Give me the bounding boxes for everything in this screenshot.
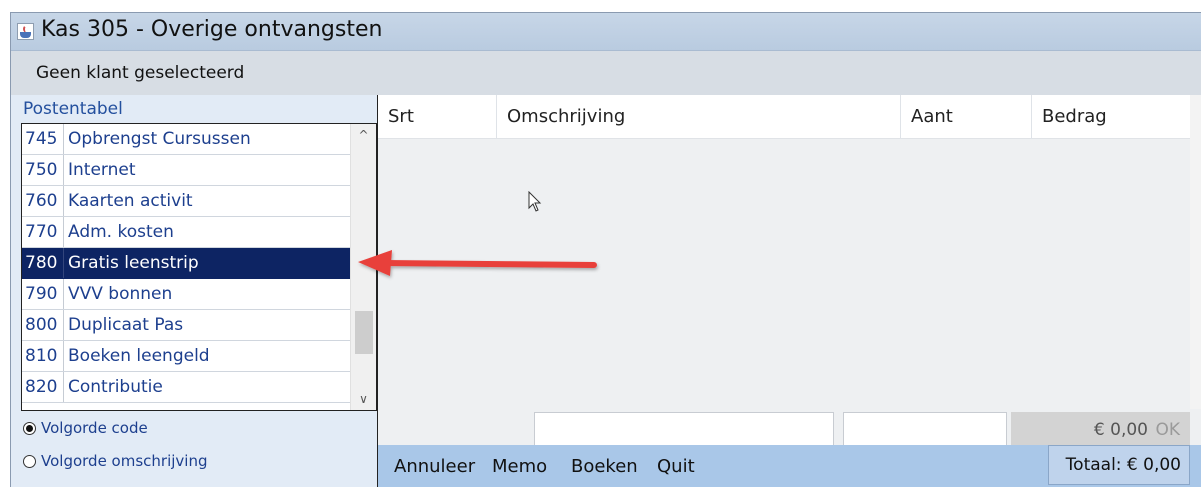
item-code: 790	[22, 279, 64, 309]
customer-status: Geen klant geselecteerd	[36, 63, 245, 83]
radio-unchecked-icon[interactable]	[23, 455, 36, 468]
item-code: 750	[22, 155, 64, 185]
item-code: 800	[22, 310, 64, 340]
total-amount: Totaal: € 0,00	[1065, 455, 1181, 475]
window-title: Kas 305 - Overige ontvangsten	[41, 17, 383, 42]
item-label: Gratis leenstrip	[68, 253, 199, 273]
quantity-input[interactable]	[843, 412, 1007, 448]
sort-option-label: Volgorde omschrijving	[41, 452, 208, 470]
scroll-thumb[interactable]	[355, 311, 373, 354]
list-item[interactable]: 745 Opbrengst Cursussen	[22, 124, 350, 155]
item-label: Internet	[68, 160, 136, 180]
list-item[interactable]: 800 Duplicaat Pas	[22, 310, 350, 341]
item-label: Adm. kosten	[68, 222, 174, 242]
total-box: Totaal: € 0,00	[1048, 445, 1190, 485]
item-code: 760	[22, 186, 64, 216]
postentabel-panel: Postentabel 745 Opbrengst Cursussen 750 …	[11, 95, 377, 487]
booking-panel: Srt Omschrijving Aant Bedrag € 0,00 OK A…	[377, 95, 1201, 487]
item-code: 770	[22, 217, 64, 247]
sort-by-code-option[interactable]: Volgorde code	[23, 419, 148, 437]
annotation-arrow-icon	[358, 250, 597, 276]
item-label: Duplicaat Pas	[68, 315, 184, 335]
table-header: Srt Omschrijving Aant Bedrag	[378, 95, 1190, 139]
item-code: 780	[22, 248, 64, 278]
ok-button[interactable]: OK	[1155, 420, 1180, 440]
item-code: 745	[22, 124, 64, 154]
java-cup-icon	[17, 23, 34, 40]
list-item[interactable]: 760 Kaarten activit	[22, 186, 350, 217]
radio-checked-icon[interactable]	[23, 422, 36, 435]
list-item[interactable]: 810 Boeken leengeld	[22, 341, 350, 372]
scroll-down-icon[interactable]: ∨	[351, 388, 376, 410]
column-header-omschrijving[interactable]: Omschrijving	[497, 95, 901, 139]
mouse-pointer-icon	[528, 191, 542, 212]
memo-button[interactable]: Memo	[492, 456, 547, 477]
sort-by-description-option[interactable]: Volgorde omschrijving	[23, 452, 208, 470]
item-code: 810	[22, 341, 64, 371]
list-item-selected[interactable]: 780 Gratis leenstrip	[22, 248, 350, 279]
item-label: VVV bonnen	[68, 284, 173, 304]
item-code: 820	[22, 372, 64, 402]
table-scrollbar[interactable]	[1190, 95, 1201, 409]
boeken-button[interactable]: Boeken	[571, 456, 638, 477]
list-item[interactable]: 750 Internet	[22, 155, 350, 186]
list-item[interactable]: 770 Adm. kosten	[22, 217, 350, 248]
title-bar[interactable]: Kas 305 - Overige ontvangsten	[11, 13, 1201, 51]
sort-option-label: Volgorde code	[41, 419, 148, 437]
item-label: Kaarten activit	[68, 191, 193, 211]
column-header-aant[interactable]: Aant	[901, 95, 1032, 139]
item-label: Opbrengst Cursussen	[68, 129, 251, 149]
list-item[interactable]: 790 VVV bonnen	[22, 279, 350, 310]
action-bar: Annuleer Memo Boeken Quit Totaal: € 0,00	[378, 445, 1201, 487]
list-item[interactable]: 820 Contributie	[22, 372, 350, 403]
description-input[interactable]	[534, 412, 834, 448]
quit-button[interactable]: Quit	[657, 456, 695, 477]
annuleer-button[interactable]: Annuleer	[394, 456, 475, 477]
column-header-srt[interactable]: Srt	[378, 95, 497, 139]
app-window: Kas 305 - Overige ontvangsten Geen klant…	[10, 12, 1201, 487]
customer-bar: Geen klant geselecteerd	[11, 51, 1201, 95]
item-label: Contributie	[68, 377, 163, 397]
amount-field: € 0,00 OK	[1011, 412, 1190, 448]
column-header-bedrag[interactable]: Bedrag	[1032, 95, 1190, 139]
entry-row: € 0,00 OK	[378, 409, 1201, 448]
postentabel-header: Postentabel	[23, 99, 123, 119]
postentabel-list[interactable]: 745 Opbrengst Cursussen 750 Internet 760…	[21, 123, 377, 411]
amount-value: € 0,00	[1093, 420, 1148, 440]
scroll-up-icon[interactable]: ^	[351, 124, 376, 146]
item-label: Boeken leengeld	[68, 346, 210, 366]
